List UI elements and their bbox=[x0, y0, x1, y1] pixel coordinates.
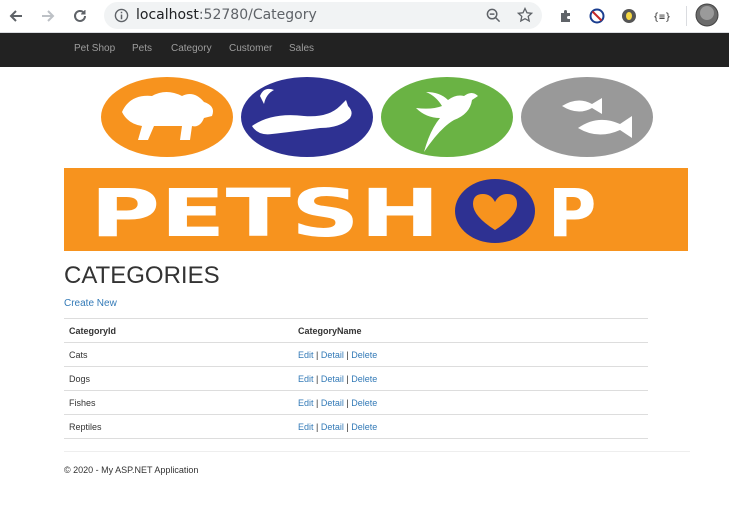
edit-link[interactable]: Edit bbox=[298, 422, 314, 432]
toolbar-divider bbox=[686, 6, 687, 26]
nav-link-customer[interactable]: Customer bbox=[229, 43, 272, 54]
category-id-cell: Cats bbox=[64, 342, 293, 367]
logo-text-petsh: PETSH bbox=[90, 175, 440, 251]
table-row: Dogs Edit | Detail | Delete bbox=[64, 366, 648, 391]
nav-link-sales[interactable]: Sales bbox=[289, 43, 314, 54]
avatar-icon bbox=[695, 3, 719, 27]
address-bar[interactable]: localhost:52780/Category bbox=[104, 2, 542, 29]
create-new-link[interactable]: Create New bbox=[64, 298, 117, 309]
row-actions: Edit | Detail | Delete bbox=[293, 414, 648, 439]
extensions-button[interactable] bbox=[556, 6, 576, 26]
app-navbar: Pet Shop Pets Category Customer Sales bbox=[0, 33, 729, 67]
row-actions: Edit | Detail | Delete bbox=[293, 342, 648, 367]
shield-icon bbox=[622, 9, 636, 23]
nav-link-pet-shop[interactable]: Pet Shop bbox=[74, 43, 115, 54]
category-id-cell: Fishes bbox=[64, 390, 293, 415]
star-icon[interactable] bbox=[517, 7, 533, 23]
url-path: :52780/Category bbox=[198, 7, 317, 23]
edit-link[interactable]: Edit bbox=[298, 398, 314, 408]
nav-link-pets[interactable]: Pets bbox=[132, 43, 152, 54]
category-id-cell: Reptiles bbox=[64, 414, 293, 439]
browser-toolbar: localhost:52780/Category {≡} bbox=[0, 0, 729, 33]
banner-animals-image bbox=[101, 77, 653, 157]
block-extension-button[interactable] bbox=[587, 6, 607, 26]
banner-animals bbox=[64, 70, 690, 165]
delete-link[interactable]: Delete bbox=[351, 422, 377, 432]
reload-button[interactable] bbox=[69, 5, 91, 27]
separator: | bbox=[316, 349, 319, 360]
back-button[interactable] bbox=[5, 5, 27, 27]
info-icon bbox=[114, 8, 129, 23]
nav-link-category[interactable]: Category bbox=[171, 43, 212, 54]
url-host: localhost bbox=[136, 7, 199, 23]
banner-logo: PETSH P bbox=[64, 168, 688, 252]
column-header-category-id: CategoryId bbox=[64, 318, 293, 343]
separator: | bbox=[346, 421, 349, 432]
footer-divider bbox=[64, 451, 690, 452]
separator: | bbox=[346, 373, 349, 384]
block-icon bbox=[589, 8, 605, 24]
edit-link[interactable]: Edit bbox=[298, 350, 314, 360]
zoom-icon[interactable] bbox=[486, 8, 501, 23]
detail-link[interactable]: Detail bbox=[321, 422, 344, 432]
category-table: CategoryId CategoryName Cats Edit | Deta… bbox=[64, 318, 648, 439]
separator: | bbox=[316, 421, 319, 432]
puzzle-icon bbox=[561, 10, 570, 22]
table-row: Cats Edit | Detail | Delete bbox=[64, 342, 648, 367]
column-header-category-name: CategoryName bbox=[293, 318, 648, 343]
separator: | bbox=[346, 349, 349, 360]
row-actions: Edit | Detail | Delete bbox=[293, 366, 648, 391]
forward-button[interactable] bbox=[37, 5, 59, 27]
json-extension-button[interactable]: {≡} bbox=[650, 6, 676, 26]
fish-circle bbox=[521, 77, 653, 157]
reload-icon bbox=[74, 9, 86, 22]
separator: | bbox=[316, 373, 319, 384]
profile-avatar[interactable] bbox=[695, 3, 719, 27]
arrow-right-icon bbox=[42, 10, 55, 22]
detail-link[interactable]: Detail bbox=[321, 374, 344, 384]
petshop-logo: PETSH P bbox=[90, 175, 596, 252]
shield-extension-button[interactable] bbox=[619, 6, 639, 26]
table-header-row: CategoryId CategoryName bbox=[64, 318, 648, 343]
detail-link[interactable]: Detail bbox=[321, 350, 344, 360]
table-row: Fishes Edit | Detail | Delete bbox=[64, 390, 648, 415]
delete-link[interactable]: Delete bbox=[351, 374, 377, 384]
row-actions: Edit | Detail | Delete bbox=[293, 390, 648, 415]
detail-link[interactable]: Detail bbox=[321, 398, 344, 408]
url-text: localhost:52780/Category bbox=[136, 7, 317, 23]
footer-text: © 2020 - My ASP.NET Application bbox=[64, 465, 199, 475]
edit-link[interactable]: Edit bbox=[298, 374, 314, 384]
separator: | bbox=[346, 397, 349, 408]
delete-link[interactable]: Delete bbox=[351, 350, 377, 360]
category-id-cell: Dogs bbox=[64, 366, 293, 391]
json-icon: {≡} bbox=[653, 12, 671, 23]
separator: | bbox=[316, 397, 319, 408]
svg-text:{≡}: {≡} bbox=[653, 12, 671, 23]
table-row: Reptiles Edit | Detail | Delete bbox=[64, 414, 648, 439]
arrow-left-icon bbox=[9, 10, 22, 22]
delete-link[interactable]: Delete bbox=[351, 398, 377, 408]
logo-text-p: P bbox=[548, 175, 596, 251]
page-title: CATEGORIES bbox=[64, 262, 220, 289]
